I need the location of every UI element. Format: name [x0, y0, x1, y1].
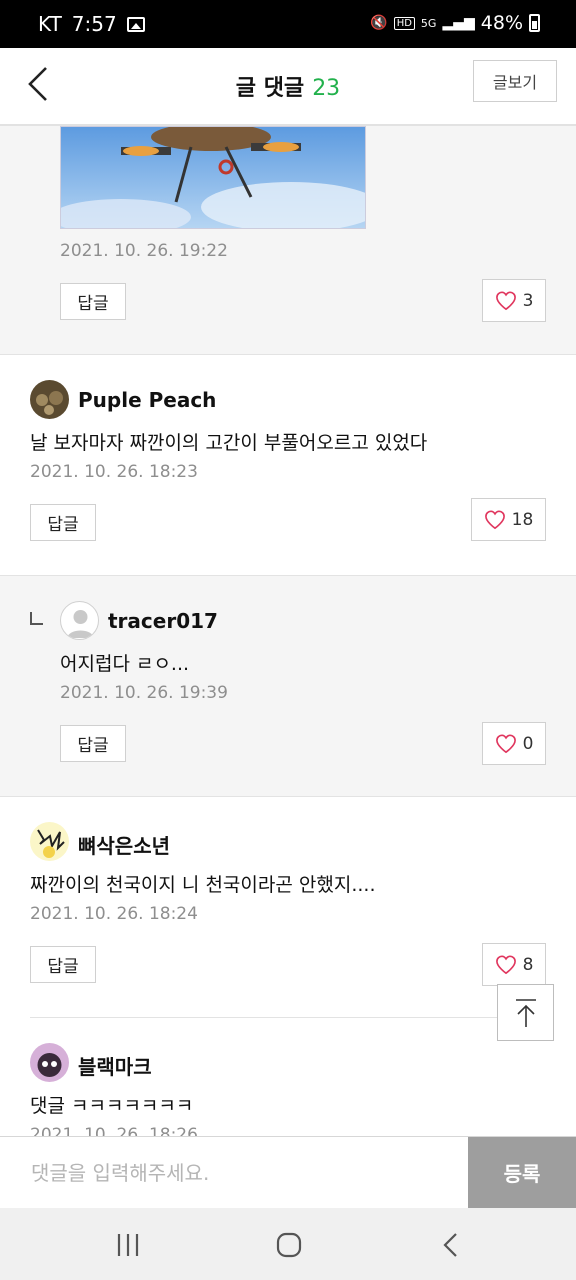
like-button[interactable]: 18 [471, 498, 546, 541]
avatar[interactable] [30, 1043, 69, 1082]
home-icon [276, 1232, 302, 1258]
nav-back-button[interactable] [437, 1230, 467, 1260]
status-bar-left: KT 7:57 [38, 12, 145, 36]
comment-input-bar: 등록 [0, 1136, 576, 1208]
header: 글 댓글 23 글보기 [0, 48, 576, 126]
carrier-label: KT [38, 12, 62, 36]
gallery-notification-icon [126, 16, 145, 32]
comment-author[interactable]: 뼈삭은소년 [78, 830, 170, 859]
comment-text: 어지럽다 ㄹㅇ... [60, 653, 190, 675]
avatar[interactable] [30, 380, 69, 419]
signal-icon: ▂▄▆ [442, 15, 475, 31]
comment-date: 2021. 10. 26. 18:24 [30, 904, 198, 924]
comment-date: 2021. 10. 26. 18:23 [30, 462, 198, 482]
comment-author[interactable]: tracer017 [108, 609, 218, 633]
battery-icon [529, 14, 540, 32]
nav-back-icon [443, 1233, 457, 1257]
comment-date: 2021. 10. 26. 18:26 [30, 1125, 198, 1136]
clock: 7:57 [71, 12, 117, 36]
reply-button[interactable]: 답글 [60, 283, 126, 320]
scroll-to-top-button[interactable] [497, 984, 554, 1041]
status-bar: KT 7:57 🔇 HD 5G ▂▄▆ 48% [0, 0, 576, 48]
status-bar-right: 🔇 HD 5G ▂▄▆ 48% [370, 12, 540, 34]
hd-icon: HD [393, 16, 415, 30]
comment-item: 블랙마크 댓글 ㅋㅋㅋㅋㅋㅋㅋ 2021. 10. 26. 18:26 [0, 1018, 576, 1136]
scroll-top-icon [515, 998, 536, 1027]
system-nav-bar [0, 1208, 576, 1280]
like-button[interactable]: 0 [482, 722, 546, 765]
battery-percent: 48% [480, 12, 523, 34]
like-count: 0 [522, 733, 534, 754]
recent-apps-icon [117, 1234, 139, 1256]
view-post-button[interactable]: 글보기 [473, 60, 557, 102]
heart-icon [495, 734, 516, 753]
reply-indicator-icon [30, 612, 43, 625]
comment-date: 2021. 10. 26. 19:22 [60, 241, 228, 261]
comment-item: Puple Peach 날 보자마자 짜깐이의 고간이 부풀어오르고 있었다 2… [0, 355, 576, 575]
cat-drone-image [61, 127, 365, 228]
comment-text: 짜깐이의 천국이지 니 천국이라곤 안했지.... [30, 874, 376, 896]
comment-image[interactable] [60, 126, 366, 229]
avatar[interactable] [60, 601, 99, 640]
like-count: 8 [522, 954, 534, 975]
like-button[interactable]: 3 [482, 279, 546, 322]
avatar[interactable] [30, 822, 69, 861]
comment-date: 2021. 10. 26. 19:39 [60, 683, 228, 703]
comment-item: 2021. 10. 26. 19:22 답글 3 [0, 126, 576, 354]
mute-icon: 🔇 [370, 15, 388, 31]
comment-input[interactable] [0, 1137, 468, 1208]
like-button[interactable]: 8 [482, 943, 546, 986]
network-type-icon: 5G [420, 16, 437, 30]
reply-button[interactable]: 답글 [60, 725, 126, 762]
comment-item: 뼈삭은소년 짜깐이의 천국이지 니 천국이라곤 안했지.... 2021. 10… [0, 797, 576, 1017]
reply-button[interactable]: 답글 [30, 946, 96, 983]
comment-text: 댓글 ㅋㅋㅋㅋㅋㅋㅋ [30, 1095, 194, 1117]
comment-text: 날 보자마자 짜깐이의 고간이 부풀어오르고 있었다 [30, 432, 428, 454]
like-count: 18 [511, 509, 534, 530]
page-title-text: 글 댓글 [235, 76, 305, 101]
home-button[interactable] [274, 1230, 304, 1260]
heart-icon [484, 510, 505, 529]
like-count: 3 [522, 290, 534, 311]
comment-count: 23 [312, 76, 341, 101]
heart-icon [495, 291, 516, 310]
comment-author[interactable]: 블랙마크 [78, 1051, 152, 1080]
recent-apps-button[interactable] [113, 1230, 143, 1260]
heart-icon [495, 955, 516, 974]
comment-author[interactable]: Puple Peach [78, 388, 216, 412]
submit-comment-button[interactable]: 등록 [468, 1137, 576, 1208]
reply-item: tracer017 어지럽다 ㄹㅇ... 2021. 10. 26. 19:39… [0, 576, 576, 796]
comment-list[interactable]: 2021. 10. 26. 19:22 답글 3 Puple Peach 날 보… [0, 126, 576, 1136]
reply-button[interactable]: 답글 [30, 504, 96, 541]
